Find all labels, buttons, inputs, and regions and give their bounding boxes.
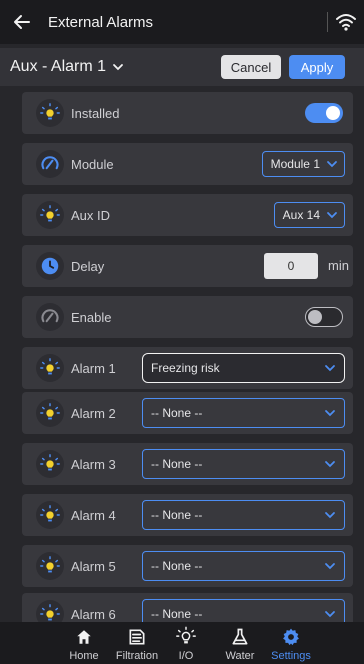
toggle-knob	[326, 106, 340, 120]
chevron-down-icon	[325, 410, 335, 417]
alarm-dropdown-label: Aux - Alarm 1	[10, 58, 107, 75]
alarm-selector-row: Aux - Alarm 1 Cancel Apply	[0, 48, 364, 86]
alarm-select-value: Freezing risk	[151, 361, 220, 375]
gauge-icon	[36, 150, 64, 178]
bottom-nav: Home Filtration I/O Water Settings	[0, 622, 364, 664]
delay-unit: min	[328, 258, 349, 273]
alarm-label: Alarm 5	[71, 558, 116, 574]
alarm-6-select[interactable]: -- None --	[142, 599, 345, 622]
bulb-icon	[36, 99, 64, 127]
cancel-button[interactable]: Cancel	[221, 55, 281, 79]
nav-label: I/O	[178, 650, 194, 662]
chevron-down-icon	[325, 611, 335, 618]
chevron-down-icon	[327, 212, 337, 219]
delay-input[interactable]: 0	[264, 253, 318, 279]
nav-item-settings[interactable]: Settings	[266, 622, 316, 664]
chevron-down-icon	[325, 563, 335, 570]
alarm-4-select[interactable]: -- None --	[142, 500, 345, 530]
alarm-row: Alarm 6 -- None --	[22, 593, 353, 622]
alarm-label: Alarm 3	[71, 456, 116, 472]
alarm-5-select[interactable]: -- None --	[142, 551, 345, 581]
chevron-down-icon	[325, 512, 335, 519]
bulb-icon	[36, 600, 64, 622]
chevron-down-icon	[325, 365, 335, 372]
enable-toggle[interactable]	[305, 307, 343, 327]
enable-row: Enable	[22, 296, 353, 338]
alarm-select-value: -- None --	[151, 508, 203, 522]
module-select-value: Module 1	[270, 157, 320, 171]
apply-button[interactable]: Apply	[289, 55, 345, 79]
bulb-icon	[36, 201, 64, 229]
back-button[interactable]	[0, 0, 44, 44]
bulb-icon	[36, 354, 64, 382]
alarm-row: Alarm 4 -- None --	[22, 494, 353, 536]
alarm-3-select[interactable]: -- None --	[142, 449, 345, 479]
module-select[interactable]: Module 1	[261, 151, 345, 177]
flask-icon	[232, 628, 248, 645]
chevron-down-icon	[325, 461, 335, 468]
nav-item-home[interactable]: Home	[64, 622, 104, 664]
top-bar: External Alarms	[0, 0, 364, 44]
alarm-label: Alarm 6	[71, 606, 116, 622]
nav-label: Water	[225, 650, 255, 662]
bulb-icon	[36, 552, 64, 580]
module-label: Module	[71, 156, 114, 172]
clock-icon	[36, 252, 64, 280]
alarm-row: Alarm 2 -- None --	[22, 392, 353, 434]
nav-label: Settings	[271, 650, 311, 662]
delay-label: Delay	[71, 258, 105, 274]
alarm-2-select[interactable]: -- None --	[142, 398, 345, 428]
back-arrow-icon	[14, 15, 30, 29]
installed-toggle[interactable]	[305, 103, 343, 123]
module-row: Module Module 1	[22, 143, 353, 185]
alarm-select-value: -- None --	[151, 607, 203, 621]
aux-id-select[interactable]: Aux 14	[273, 202, 345, 228]
alarm-select-value: -- None --	[151, 559, 203, 573]
chevron-down-icon	[327, 161, 337, 168]
aux-id-select-value: Aux 14	[282, 208, 320, 222]
nav-label: Filtration	[115, 650, 159, 662]
alarm-label: Alarm 1	[71, 360, 116, 376]
nav-item-io[interactable]: I/O	[172, 622, 200, 664]
bulb-icon	[36, 501, 64, 529]
delay-row: Delay 0 min	[22, 245, 353, 287]
nav-label: Home	[69, 650, 99, 662]
aux-id-label: Aux ID	[71, 207, 111, 223]
alarm-row: Alarm 5 -- None --	[22, 545, 353, 587]
chevron-down-icon	[113, 64, 123, 71]
alarm-select-value: -- None --	[151, 406, 203, 420]
bulb-icon	[36, 399, 64, 427]
aux-id-row: Aux ID Aux 14	[22, 194, 353, 236]
bulb-icon	[36, 450, 64, 478]
installed-row: Installed	[22, 92, 353, 134]
alarm-dropdown[interactable]: Aux - Alarm 1	[10, 58, 124, 76]
home-icon	[77, 630, 91, 644]
wifi-icon[interactable]	[334, 10, 358, 34]
enable-label: Enable	[71, 309, 112, 325]
alarm-row: Alarm 3 -- None --	[22, 443, 353, 485]
alarm-label: Alarm 4	[71, 507, 116, 523]
bulb-icon	[176, 626, 196, 644]
toggle-knob	[308, 310, 322, 324]
settings-list: Installed Module Module 1 Aux ID Aux 14 …	[0, 86, 364, 622]
alarm-1-select[interactable]: Freezing risk	[142, 353, 345, 383]
alarm-label: Alarm 2	[71, 405, 116, 421]
divider	[327, 12, 328, 32]
alarm-select-value: -- None --	[151, 457, 203, 471]
alarm-row: Alarm 1 Freezing risk	[22, 347, 353, 389]
installed-label: Installed	[71, 105, 120, 121]
gauge-icon	[36, 303, 64, 331]
gear-icon	[283, 628, 299, 646]
nav-item-filtration[interactable]: Filtration	[112, 622, 162, 664]
filtration-icon	[129, 629, 145, 645]
nav-item-water[interactable]: Water	[222, 622, 258, 664]
page-title: External Alarms	[48, 13, 154, 31]
